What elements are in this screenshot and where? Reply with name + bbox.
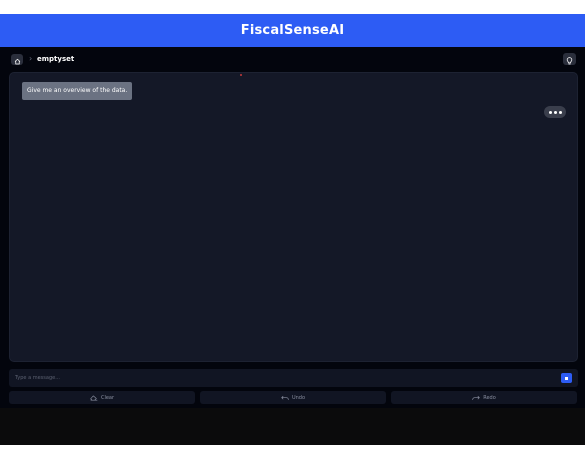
- undo-button[interactable]: Undo: [200, 391, 386, 404]
- undo-arrow-icon: [281, 395, 289, 401]
- user-message: Give me an overview of the data.: [22, 82, 133, 100]
- home-icon: [14, 50, 21, 69]
- breadcrumb: › emptyset: [0, 47, 585, 71]
- send-button[interactable]: [561, 373, 572, 383]
- stop-square-icon: [565, 376, 568, 380]
- redo-arrow-icon: [472, 395, 480, 401]
- redo-button[interactable]: Redo: [391, 391, 577, 404]
- message-input[interactable]: [9, 369, 554, 387]
- lightbulb-icon: [566, 50, 573, 69]
- status-dot: [240, 74, 242, 76]
- breadcrumb-separator: ›: [29, 54, 33, 63]
- undo-label: Undo: [291, 394, 306, 401]
- home-button[interactable]: [11, 54, 23, 65]
- app-title: FiscalSenseAI: [240, 23, 345, 38]
- more-options-button[interactable]: [544, 106, 566, 118]
- suggestions-button[interactable]: [563, 53, 576, 65]
- breadcrumb-current-dataset[interactable]: emptyset: [37, 53, 74, 65]
- app-window: FiscalSenseAI › emptyset Give me an over…: [0, 14, 585, 445]
- clear-label: Clear: [100, 394, 115, 401]
- chat-panel: Give me an overview of the data.: [9, 72, 578, 362]
- eraser-icon: [90, 394, 98, 401]
- more-horizontal-icon: [548, 110, 552, 114]
- message-composer: [9, 369, 578, 387]
- clear-button[interactable]: Clear: [9, 391, 195, 404]
- top-header: FiscalSenseAI: [0, 14, 585, 47]
- footer-area: [0, 408, 585, 445]
- redo-label: Redo: [483, 394, 496, 401]
